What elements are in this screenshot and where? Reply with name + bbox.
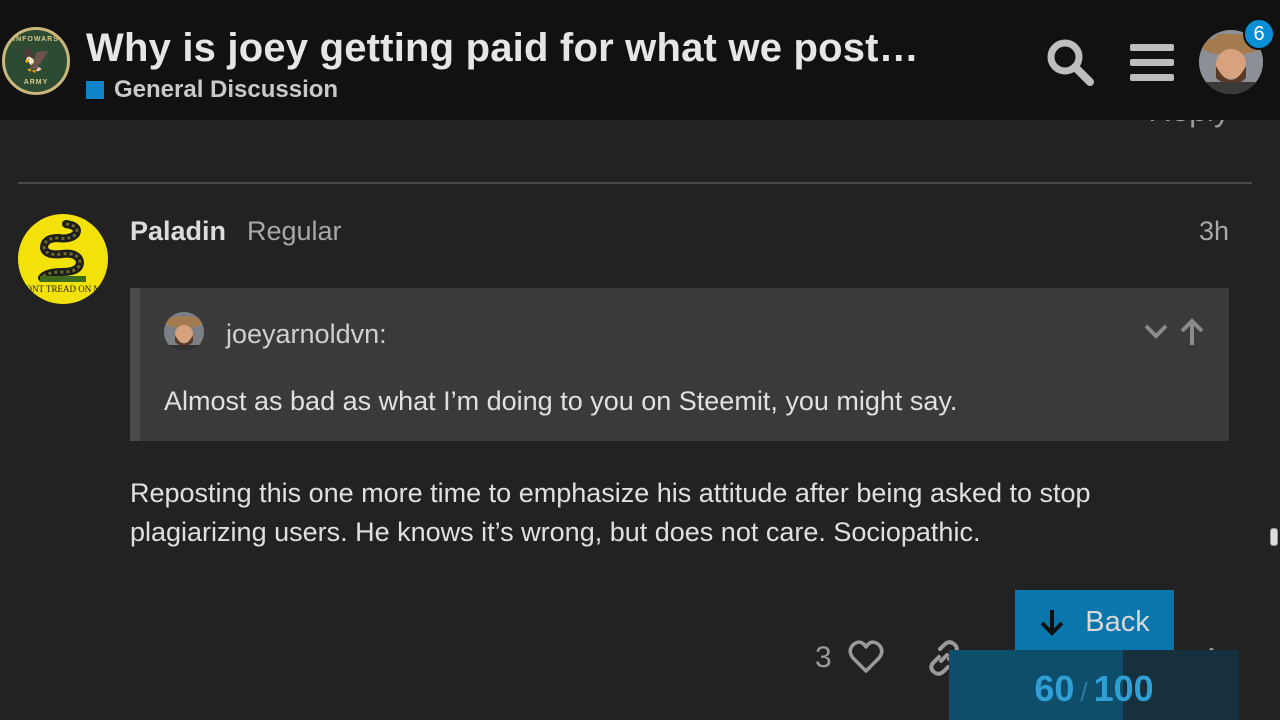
progress-total: 100 — [1093, 668, 1154, 709]
chevron-down-icon[interactable] — [1143, 318, 1169, 349]
post-username[interactable]: Paladin — [130, 216, 226, 247]
hamburger-menu-icon[interactable] — [1126, 36, 1178, 88]
scrollbar-thumb[interactable] — [1270, 528, 1278, 546]
post-body-line: plagiarizing users. He knows it’s wrong,… — [130, 517, 981, 547]
category-name: General Discussion — [114, 76, 339, 103]
quote-block: joeyarnoldvn: Almost as bad as what I’m … — [130, 288, 1229, 441]
site-header: INFOWARS 🦅 ARMY Why is joey getting paid… — [0, 0, 1280, 120]
poster-avatar[interactable]: DONT TREAD ON ME — [18, 214, 108, 304]
site-logo[interactable]: INFOWARS 🦅 ARMY — [2, 27, 70, 95]
quote-text: Almost as bad as what I’m doing to you o… — [164, 386, 958, 416]
topic-title[interactable]: Why is joey getting paid for what we pos… — [86, 26, 919, 71]
topic-page: ↩ Reply INFOWARS 🦅 ARMY Why is joey gett… — [0, 0, 1280, 720]
arrow-up-icon[interactable] — [1179, 318, 1205, 351]
category-badge[interactable]: General Discussion — [86, 76, 338, 104]
post-timestamp[interactable]: 3h — [1199, 216, 1229, 247]
avatar-motto: DONT TREAD ON ME — [19, 284, 107, 294]
post-divider — [18, 182, 1252, 184]
notification-badge[interactable]: 6 — [1243, 18, 1275, 50]
heart-icon[interactable] — [848, 640, 884, 679]
quote-author-avatar[interactable] — [164, 312, 204, 352]
post-body-line: Reposting this one more time to emphasiz… — [130, 478, 1091, 508]
back-button-label: Back — [1085, 605, 1150, 638]
progress-current: 60 — [1034, 668, 1075, 709]
post-user-title: Regular — [247, 216, 342, 246]
progress-separator: / — [1080, 677, 1088, 707]
progress-text: 60/100 — [949, 668, 1239, 710]
category-color-swatch — [86, 81, 104, 99]
post-body: Reposting this one more time to emphasiz… — [130, 474, 1210, 552]
arrow-down-icon — [1040, 610, 1064, 636]
quote-author-name[interactable]: joeyarnoldvn: — [226, 319, 387, 350]
snake-icon — [38, 220, 86, 282]
search-icon[interactable] — [1044, 36, 1096, 88]
back-button[interactable]: Back — [1015, 590, 1174, 654]
like-count[interactable]: 3 — [815, 641, 832, 675]
topic-progress[interactable]: 60/100 — [949, 650, 1239, 720]
